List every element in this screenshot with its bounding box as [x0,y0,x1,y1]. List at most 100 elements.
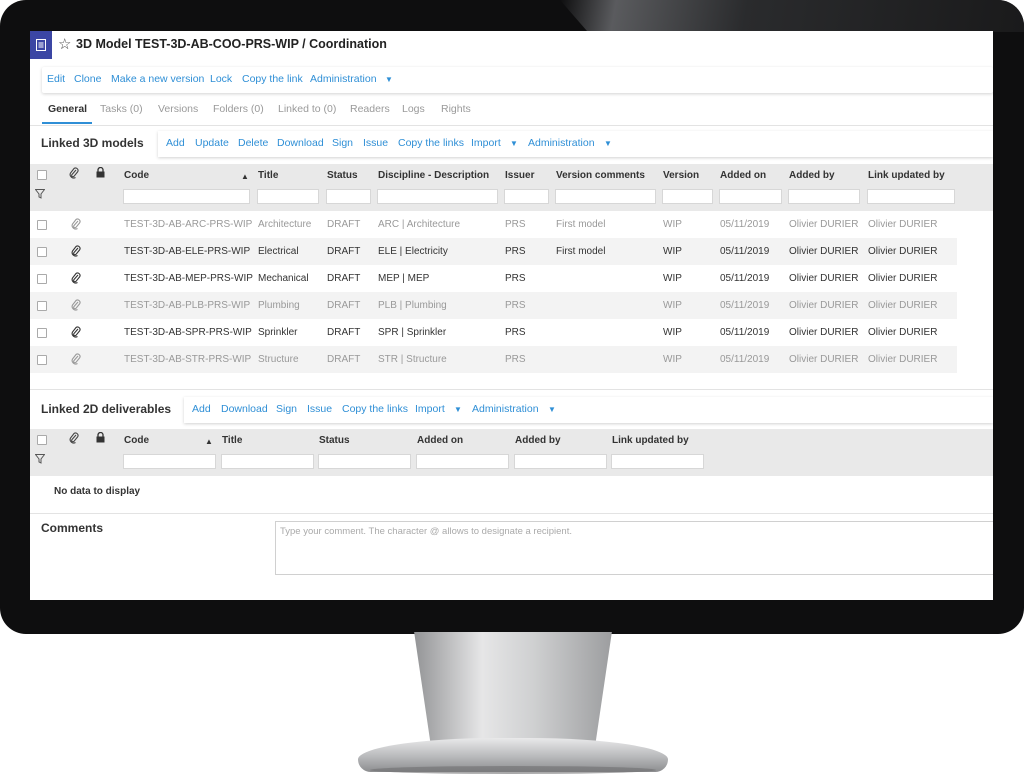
chevron-down-icon[interactable]: ▼ [510,139,518,148]
row-checkbox[interactable] [37,355,47,365]
filter-title-input[interactable] [257,189,319,204]
filter-issuer-input[interactable] [504,189,549,204]
tab-general[interactable]: General [48,103,87,115]
cell-code[interactable]: TEST-3D-AB-SPR-PRS-WIP [124,327,252,338]
cell-version: WIP [663,327,682,338]
col-link-updated-by[interactable]: Link updated by [868,170,945,181]
filter-added-by-input[interactable] [788,189,860,204]
col-status[interactable]: Status [327,170,358,181]
tab-logs[interactable]: Logs [402,103,425,115]
filter-added-on-input[interactable] [416,454,509,469]
select-all-checkbox[interactable] [37,435,47,445]
filter-code-input[interactable] [123,189,250,204]
make-new-version-button[interactable]: Make a new version [111,73,204,85]
paperclip-icon[interactable] [71,353,81,368]
paperclip-icon[interactable] [71,299,81,314]
issue-3d-button[interactable]: Issue [363,137,388,149]
update-3d-button[interactable]: Update [195,137,229,149]
import-2d-menu[interactable]: Import [415,403,445,415]
table-row[interactable]: TEST-3D-AB-ARC-PRS-WIP Architecture DRAF… [30,211,957,238]
row-checkbox[interactable] [37,220,47,230]
table-row[interactable]: TEST-3D-AB-SPR-PRS-WIP Sprinkler DRAFT S… [30,319,957,346]
col-added-by[interactable]: Added by [515,435,561,446]
comment-input[interactable]: Type your comment. The character @ allow… [275,521,993,575]
filter-title-input[interactable] [221,454,314,469]
select-all-checkbox[interactable] [37,170,47,180]
col-title[interactable]: Title [222,435,242,446]
col-title[interactable]: Title [258,170,278,181]
filter-version-input[interactable] [662,189,713,204]
chevron-down-icon[interactable]: ▼ [548,405,556,414]
copy-links-2d-button[interactable]: Copy the links [342,403,408,415]
tab-folders[interactable]: Folders (0) [213,103,264,115]
favorite-star-icon[interactable]: ☆ [58,36,71,54]
cell-code[interactable]: TEST-3D-AB-MEP-PRS-WIP [124,273,253,284]
paperclip-icon[interactable] [71,272,81,287]
administration-2d-menu[interactable]: Administration [472,403,539,415]
sort-asc-icon[interactable]: ▲ [241,172,249,181]
row-checkbox[interactable] [37,328,47,338]
table-row[interactable]: TEST-3D-AB-PLB-PRS-WIP Plumbing DRAFT PL… [30,292,957,319]
filter-link-updated-by-input[interactable] [867,189,955,204]
tab-versions[interactable]: Versions [158,103,198,115]
table-row[interactable]: TEST-3D-AB-ELE-PRS-WIP Electrical DRAFT … [30,238,957,265]
administration-3d-menu[interactable]: Administration [528,137,595,149]
filter-added-by-input[interactable] [514,454,607,469]
filter-icon[interactable] [34,189,46,202]
row-checkbox[interactable] [37,247,47,257]
add-2d-button[interactable]: Add [192,403,211,415]
cell-code[interactable]: TEST-3D-AB-ARC-PRS-WIP [124,219,252,230]
sign-3d-button[interactable]: Sign [332,137,353,149]
filter-status-input[interactable] [326,189,371,204]
tab-rights[interactable]: Rights [441,103,471,115]
filter-added-on-input[interactable] [719,189,782,204]
filter-status-input[interactable] [318,454,411,469]
col-code[interactable]: Code [124,170,149,181]
copy-links-3d-button[interactable]: Copy the links [398,137,464,149]
delete-3d-button[interactable]: Delete [238,137,268,149]
col-code[interactable]: Code [124,435,149,446]
filter-version-comments-input[interactable] [555,189,656,204]
chevron-down-icon[interactable]: ▼ [385,75,393,84]
col-added-on[interactable]: Added on [417,435,463,446]
cell-code[interactable]: TEST-3D-AB-ELE-PRS-WIP [124,246,250,257]
paperclip-icon[interactable] [71,245,81,260]
filter-link-updated-by-input[interactable] [611,454,704,469]
import-3d-menu[interactable]: Import [471,137,501,149]
col-discipline[interactable]: Discipline - Description [378,170,489,181]
col-version[interactable]: Version [663,170,699,181]
paperclip-icon[interactable] [71,326,81,341]
sort-asc-icon[interactable]: ▲ [205,437,213,446]
col-version-comments[interactable]: Version comments [556,170,645,181]
col-added-by[interactable]: Added by [789,170,835,181]
row-checkbox[interactable] [37,301,47,311]
add-3d-button[interactable]: Add [166,137,185,149]
cell-code[interactable]: TEST-3D-AB-PLB-PRS-WIP [124,300,250,311]
tab-tasks[interactable]: Tasks (0) [100,103,143,115]
lock-button[interactable]: Lock [210,73,232,85]
sign-2d-button[interactable]: Sign [276,403,297,415]
col-issuer[interactable]: Issuer [505,170,534,181]
filter-discipline-input[interactable] [377,189,498,204]
cell-code[interactable]: TEST-3D-AB-STR-PRS-WIP [124,354,251,365]
col-link-updated-by[interactable]: Link updated by [612,435,689,446]
copy-link-button[interactable]: Copy the link [242,73,303,85]
issue-2d-button[interactable]: Issue [307,403,332,415]
table-row[interactable]: TEST-3D-AB-STR-PRS-WIP Structure DRAFT S… [30,346,957,373]
col-added-on[interactable]: Added on [720,170,766,181]
filter-code-input[interactable] [123,454,216,469]
paperclip-icon[interactable] [71,218,81,233]
col-status[interactable]: Status [319,435,350,446]
clone-button[interactable]: Clone [74,73,101,85]
table-row[interactable]: TEST-3D-AB-MEP-PRS-WIP Mechanical DRAFT … [30,265,957,292]
download-3d-button[interactable]: Download [277,137,324,149]
download-2d-button[interactable]: Download [221,403,268,415]
edit-button[interactable]: Edit [47,73,65,85]
tab-readers[interactable]: Readers [350,103,390,115]
chevron-down-icon[interactable]: ▼ [454,405,462,414]
administration-menu[interactable]: Administration [310,73,377,85]
row-checkbox[interactable] [37,274,47,284]
chevron-down-icon[interactable]: ▼ [604,139,612,148]
tab-linked-to[interactable]: Linked to (0) [278,103,336,115]
filter-icon[interactable] [34,454,46,467]
